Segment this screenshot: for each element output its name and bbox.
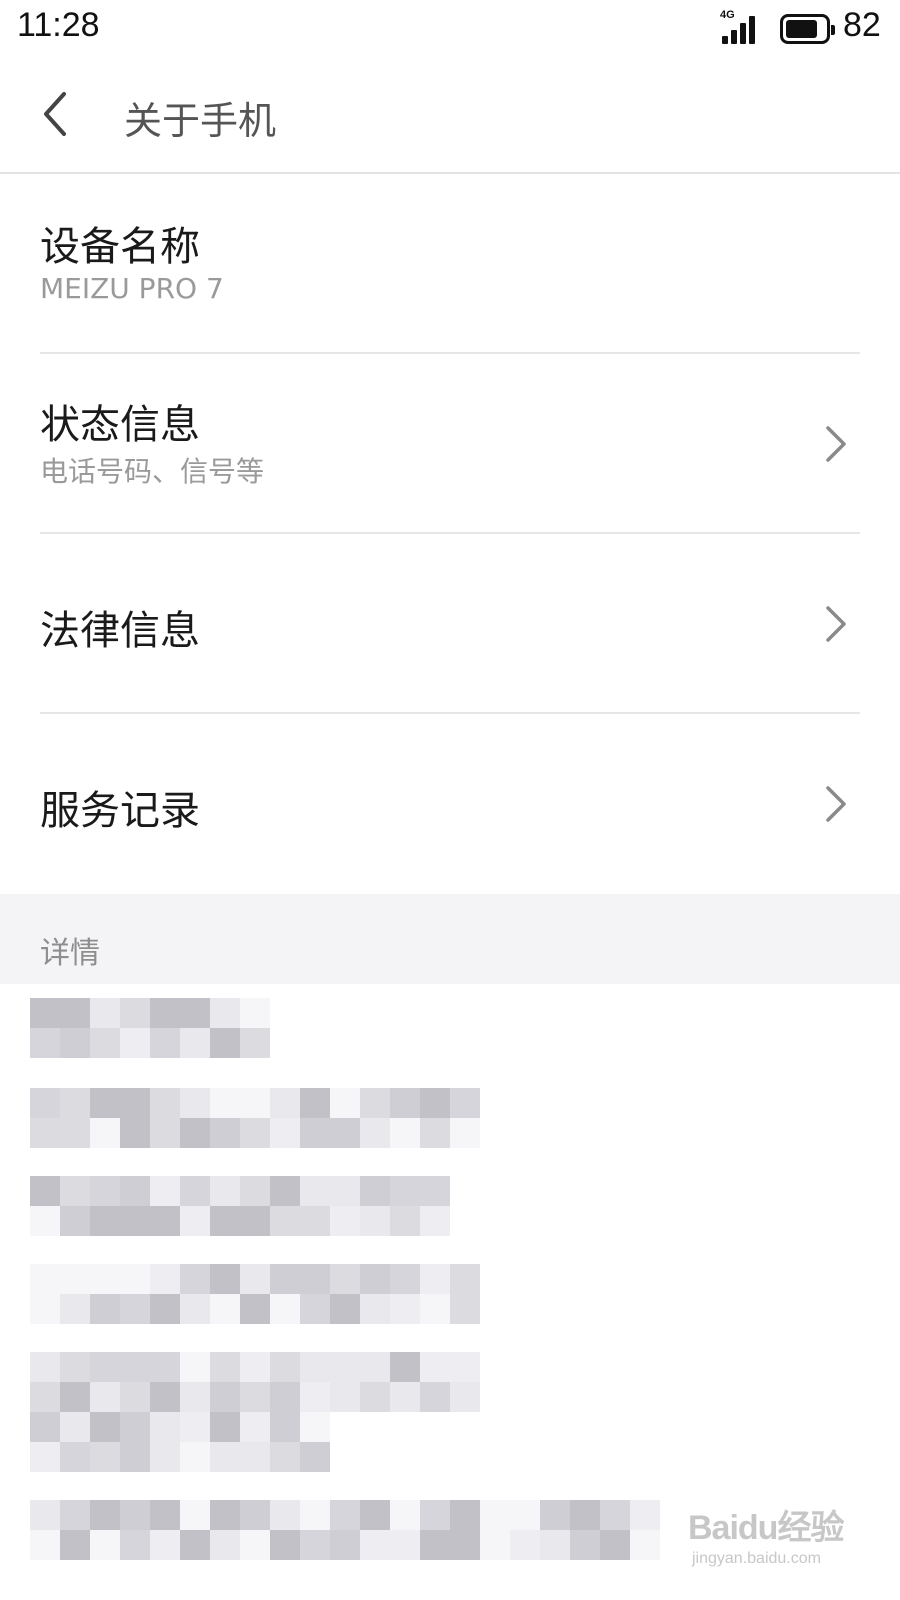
list-item-legal-info[interactable]: 法律信息 [0, 534, 900, 714]
chevron-right-icon [820, 602, 850, 646]
page-title: 关于手机 [124, 99, 277, 143]
list-item-status-info[interactable]: 状态信息 电话号码、信号等 [0, 354, 900, 534]
item-title: 状态信息 [40, 402, 200, 448]
list-item-device-name[interactable]: 设备名称 MEIZU PRO 7 [0, 174, 900, 354]
chevron-right-icon [820, 782, 850, 826]
section-header-details: 详情 [0, 894, 900, 984]
list-item-service-records[interactable]: 服务记录 [0, 714, 900, 894]
battery-fill [786, 20, 817, 38]
item-title: 法律信息 [40, 608, 200, 654]
item-subtitle: 电话号码、信号等 [40, 455, 265, 488]
watermark-logo: Baidu经验 [688, 1509, 844, 1547]
status-time: 11:28 [17, 6, 100, 44]
watermark-url: jingyan.baidu.com [692, 1550, 821, 1567]
item-title: 设备名称 [40, 224, 200, 270]
baidu-watermark: Baidu经验 jingyan.baidu.com [688, 1500, 868, 1580]
status-bar: 11:28 4G 82 [0, 0, 900, 58]
section-label: 详情 [40, 936, 100, 971]
battery-level: 82 [843, 6, 881, 44]
item-subtitle: MEIZU PRO 7 [40, 272, 224, 305]
chevron-right-icon [820, 422, 850, 466]
app-header: 关于手机 [0, 58, 900, 174]
battery-icon [780, 14, 835, 44]
signal-strength-icon: 4G [720, 9, 764, 44]
network-type: 4G [720, 9, 735, 21]
settings-list: 设备名称 MEIZU PRO 7 状态信息 电话号码、信号等 法律信息 服务记录 [0, 174, 900, 894]
back-button[interactable] [30, 84, 90, 144]
chevron-left-icon [44, 92, 66, 136]
item-title: 服务记录 [40, 788, 200, 834]
